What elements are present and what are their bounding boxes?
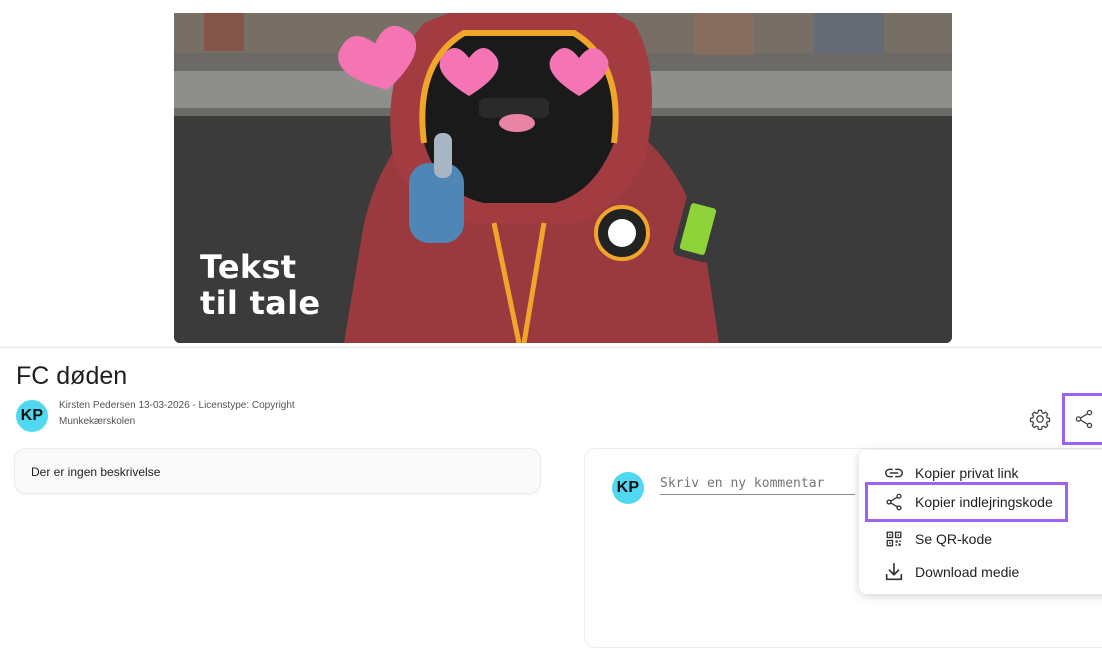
media-caption: Tekst til tale [200,249,320,321]
menu-item-label: Se QR-kode [915,531,993,547]
menu-item-label: Kopier privat link [915,465,1019,481]
description-card: Der er ingen beskrivelse [14,448,541,494]
share-menu: Kopier privat link Kopier indlejringskod… [859,450,1102,594]
commenter-avatar: KP [612,472,644,504]
menu-item-copy-embed-code[interactable]: Kopier indlejringskode [865,482,1068,522]
share-icon [883,491,905,513]
author-avatar[interactable]: KP [16,400,48,432]
gear-icon [1029,409,1051,430]
download-icon [883,561,905,583]
qr-code-icon [883,528,905,550]
caption-line-1: Tekst [200,248,297,286]
share-button[interactable] [1062,393,1102,445]
author-meta: Kirsten Pedersen 13-03-2026 - Licenstype… [59,400,295,411]
menu-item-label: Kopier indlejringskode [915,494,1053,510]
comment-input[interactable] [660,472,855,495]
divider [0,347,1102,348]
share-icon [1075,409,1092,429]
link-icon [883,462,905,484]
settings-button[interactable] [1026,405,1054,433]
description-text: Der er ingen beskrivelse [31,465,161,479]
page-title: FC døden [16,362,128,390]
author-school: Munkekærskolen [59,416,136,427]
menu-item-download-media[interactable]: Download medie [859,556,1102,588]
menu-item-show-qr-code[interactable]: Se QR-kode [859,523,1102,555]
menu-item-label: Download medie [915,564,1020,580]
caption-line-2: til tale [200,284,321,322]
media-thumbnail[interactable]: Tekst til tale [174,13,952,343]
